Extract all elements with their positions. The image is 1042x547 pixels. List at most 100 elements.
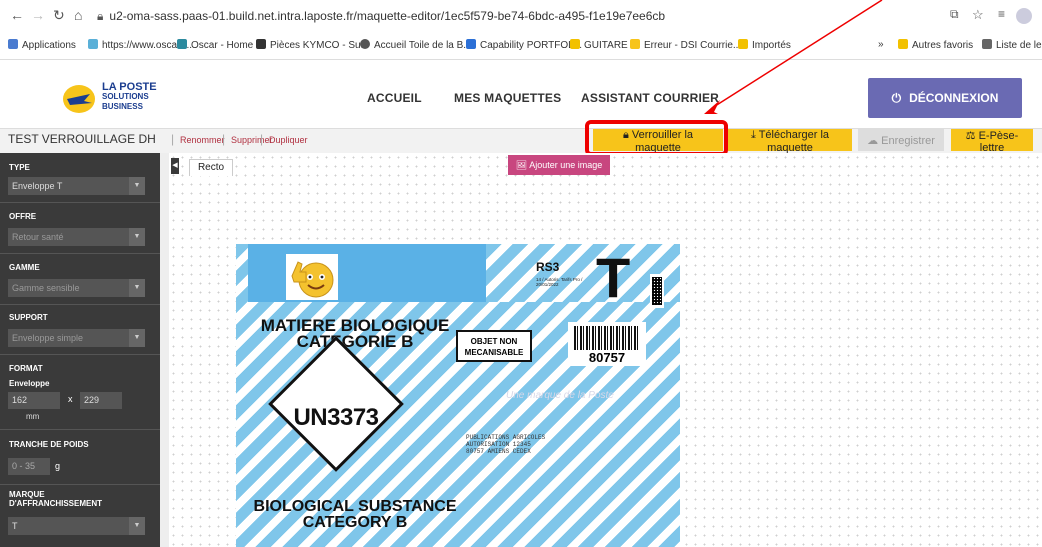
tab-recto[interactable]: Recto [189,159,233,176]
home-icon[interactable]: ⌂ [74,7,82,23]
rename-link[interactable]: Renommer [180,135,225,145]
bio-text-fr: MATIERE BIOLOGIQUE CATEGORIE B [250,317,460,350]
barcode-bars [574,326,640,350]
collapse-sidebar-icon[interactable]: ◀ [171,158,179,174]
logout-label: DÉCONNEXION [909,90,999,105]
annotation-arrow [704,0,883,114]
format-unit: mm [26,412,40,421]
support-select[interactable]: Enveloppe simple ▼ [8,329,145,347]
objet-line1: OBJET NON [470,337,518,346]
bookmark-capability[interactable]: Capability PORTFOL... [466,39,582,51]
franking-select[interactable]: T ▼ [8,517,145,535]
share-icon[interactable]: ⧉ [950,7,959,22]
chevron-down-icon: ▼ [129,279,145,297]
laposte-icon [630,39,640,49]
envelope-edge-stripe [236,244,248,302]
document-title: TEST VERROUILLAGE DH [8,132,156,146]
offer-select[interactable]: Retour santé ▼ [8,228,145,246]
bookmark-other-favorites[interactable]: Autres favoris [898,39,973,51]
support-value: Enveloppe simple [12,333,84,343]
weight-unit: g [55,461,61,471]
sidebar-divider [0,253,160,254]
weight-range-input[interactable]: 0 - 35 [8,458,50,475]
annotation-highlight-box [585,120,728,156]
format-label: FORMAT [9,364,43,373]
barcode-box: 80757 [568,322,646,366]
forward-icon[interactable]: → [31,7,45,23]
apps-grid-icon [8,39,18,49]
address-line2: AUTORISATION 12345 [466,441,531,448]
address-text: u2-oma-sass.paas-01.build.net.intra.lapo… [109,9,666,23]
delete-link[interactable]: Supprimer [231,135,273,145]
sidebar-divider [0,354,160,355]
bookmark-reading-list[interactable]: Liste de lectu [982,39,1042,51]
profile-avatar[interactable] [1016,8,1032,24]
chevron-down-icon: ▼ [129,329,145,347]
list-icon [982,39,992,49]
bookmark-apps[interactable]: Applications [8,39,76,51]
reload-icon[interactable]: ↻ [53,7,65,24]
format-width-input[interactable]: 162 [8,392,60,409]
sidebar-divider [0,429,160,430]
reading-list-icon[interactable]: ≡ [998,7,1005,21]
duplicate-link[interactable]: Dupliquer [269,135,308,145]
bookmark-oscar-home[interactable]: Oscar - Home [177,39,253,51]
oscar-home-icon [177,39,187,49]
datamatrix-code [650,274,664,308]
bookmark-toile[interactable]: Accueil Toile de la B... [360,39,472,51]
back-icon[interactable]: ← [10,7,24,23]
envelope-small-text: 14 / Autoris. Tarifs Pro / 20/01/2022 [536,277,583,287]
envelope-big-t: T [596,246,631,309]
franking-value: T [12,521,18,531]
chevron-down-icon: ▼ [129,228,145,246]
la-poste-logo[interactable]: LA POSTE SOLUTIONS BUSINESS [62,78,172,122]
objet-line2: MECANISABLE [464,348,524,357]
bio-text-en: BIOLOGICAL SUBSTANCE CATEGORY B [250,499,460,531]
type-select[interactable]: Enveloppe T ▼ [8,177,145,195]
image-icon: 🖼︎ [515,159,528,170]
add-image-button[interactable]: 🖼︎ Ajouter une image [508,155,610,175]
logo-text-line1: LA POSTE [102,81,157,93]
properties-sidebar: TYPE Enveloppe T ▼ OFFRE Retour santé ▼ GA… [0,153,160,547]
franking-label: MARQUE D'AFFRANCHISSEMENT [9,490,103,508]
chevron-down-icon: ▼ [129,517,145,535]
bookmark-guitare[interactable]: GUITARE [570,39,628,51]
logo-text-line2: SOLUTIONS [102,92,149,101]
support-label: SUPPORT [9,313,48,322]
format-times: x [68,394,73,404]
save-button[interactable]: ☁ Enregistrer [858,129,944,151]
bookmark-star-icon[interactable]: ☆ [972,7,984,23]
globe-icon [360,39,370,49]
type-label: TYPE [9,163,30,172]
menu-assistant-courrier[interactable]: ASSISTANT COURRIER [581,91,719,105]
cloud-upload-icon: ☁ [867,134,879,147]
address-line3: 80757 AMIENS CEDEX [466,448,531,455]
bio-text-en-line1: BIOLOGICAL SUBSTANCE [253,498,457,515]
e-pese-lettre-button[interactable]: ⚖ E-Pèse-lettre [951,129,1033,154]
envelope-preview[interactable]: RS3 14 / Autoris. Tarifs Pro / 20/01/202… [236,244,680,547]
envelope-code: RS3 [536,260,560,274]
offer-label: OFFRE [9,212,37,221]
capability-icon [466,39,476,49]
bio-text-en-line2: CATEGORY B [302,514,408,531]
format-sublabel: Enveloppe [9,379,50,388]
watermark-text: Une marque de la Poste [506,390,614,401]
type-value: Enveloppe T [12,181,63,191]
la-poste-bird-icon [63,85,95,113]
menu-mes-maquettes[interactable]: MES MAQUETTES [454,91,561,105]
download-icon: ⤓ [750,129,756,141]
bookmark-kymco[interactable]: Pièces KYMCO - Su... [256,39,369,51]
menu-accueil[interactable]: ACCUEIL [367,91,422,105]
weight-label: TRANCHE DE POIDS [9,440,89,449]
toolbar-separator: | [260,132,264,146]
scale-icon: ⚖ [965,130,976,142]
range-label: GAMME [9,263,40,272]
download-maquette-button[interactable]: ⤓ Télécharger la maquette [728,129,852,154]
save-label: Enregistrer [881,134,935,147]
range-select[interactable]: Gamme sensible ▼ [8,279,145,297]
recipient-address: PUBLICATIONS AGRICOLES AUTORISATION 1234… [466,434,545,455]
sidebar-scrollbar[interactable] [160,153,169,547]
objet-non-mecanisable-box: OBJET NON MECANISABLE [456,330,532,362]
format-height-input[interactable]: 229 [80,392,122,409]
lock-icon: 🔒︎ [97,9,104,23]
